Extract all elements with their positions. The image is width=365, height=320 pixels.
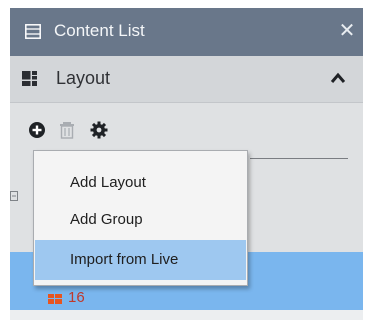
panel-title: Content List (54, 21, 145, 40)
tree-expander-icon[interactable] (10, 191, 18, 201)
menu-item-label: Add Layout (70, 174, 146, 191)
menu-item-add-group[interactable]: Add Group (35, 200, 246, 240)
film-icon (25, 24, 41, 39)
toolbar-divider (250, 158, 348, 159)
layout-icon (48, 294, 62, 304)
layout-item-label: 16 (68, 289, 85, 306)
layout-grid-icon (22, 71, 37, 86)
gear-icon[interactable] (90, 121, 108, 139)
close-icon: ✕ (338, 20, 356, 42)
menu-item-add-layout[interactable]: Add Layout (35, 163, 246, 203)
close-button[interactable]: ✕ (335, 18, 359, 44)
menu-item-import-from-live[interactable]: Import from Live (35, 240, 246, 280)
add-circle-icon[interactable] (28, 121, 46, 139)
trash-icon[interactable] (58, 121, 76, 139)
panel-title-bar: Content List ✕ (10, 8, 363, 56)
chevron-up-icon[interactable] (329, 70, 347, 86)
layout-section-header[interactable]: Layout (10, 56, 363, 103)
section-title: Layout (56, 68, 111, 88)
add-context-menu: Add Layout Add Group Import from Live (33, 150, 248, 286)
list-item[interactable] (10, 310, 363, 320)
menu-item-label: Add Group (70, 211, 143, 228)
menu-item-label: Import from Live (70, 251, 179, 268)
